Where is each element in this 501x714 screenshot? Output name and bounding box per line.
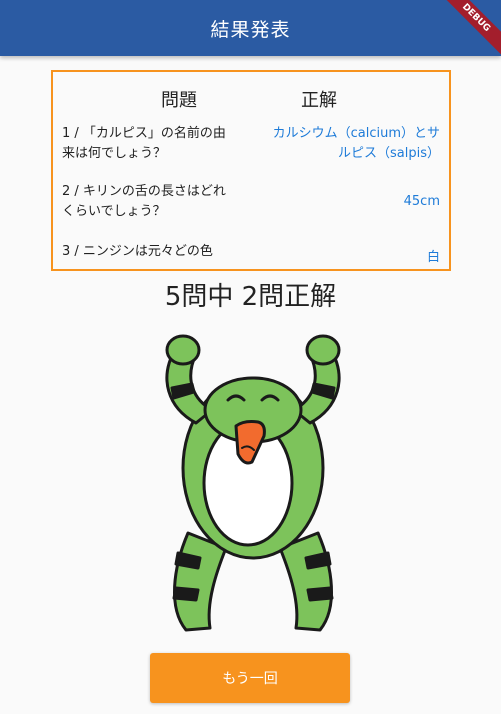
question-text: 3 / ニンジンは元々どの色 bbox=[62, 244, 213, 259]
answer-text: 45cm bbox=[403, 194, 440, 209]
page-title: 結果発表 bbox=[210, 18, 291, 41]
debug-banner: DEBUG bbox=[431, 0, 501, 56]
answer-column-header: 正解 bbox=[301, 90, 337, 111]
score-text: 5問中 2問正解 bbox=[164, 282, 337, 312]
results-table[interactable]: 問題 正解 1 / 「カルピス」の名前の由来は何でしょう？ カルシウム（calc… bbox=[51, 70, 451, 271]
question-column-header: 問題 bbox=[161, 90, 197, 111]
question-text: 1 / 「カルピス」の名前の由来は何でしょう？ bbox=[62, 126, 226, 161]
retry-button[interactable]: もう一回 bbox=[150, 653, 350, 703]
answer-text: 白 bbox=[426, 250, 440, 265]
question-text: 2 / キリンの舌の長さはどれくらいでしょう？ bbox=[62, 184, 226, 219]
app-bar: 結果発表 DEBUG bbox=[0, 0, 501, 56]
answer-text: カルシウム（calcium）とサルピス（salpis） bbox=[272, 126, 440, 161]
cheering-frog-icon bbox=[165, 334, 341, 632]
